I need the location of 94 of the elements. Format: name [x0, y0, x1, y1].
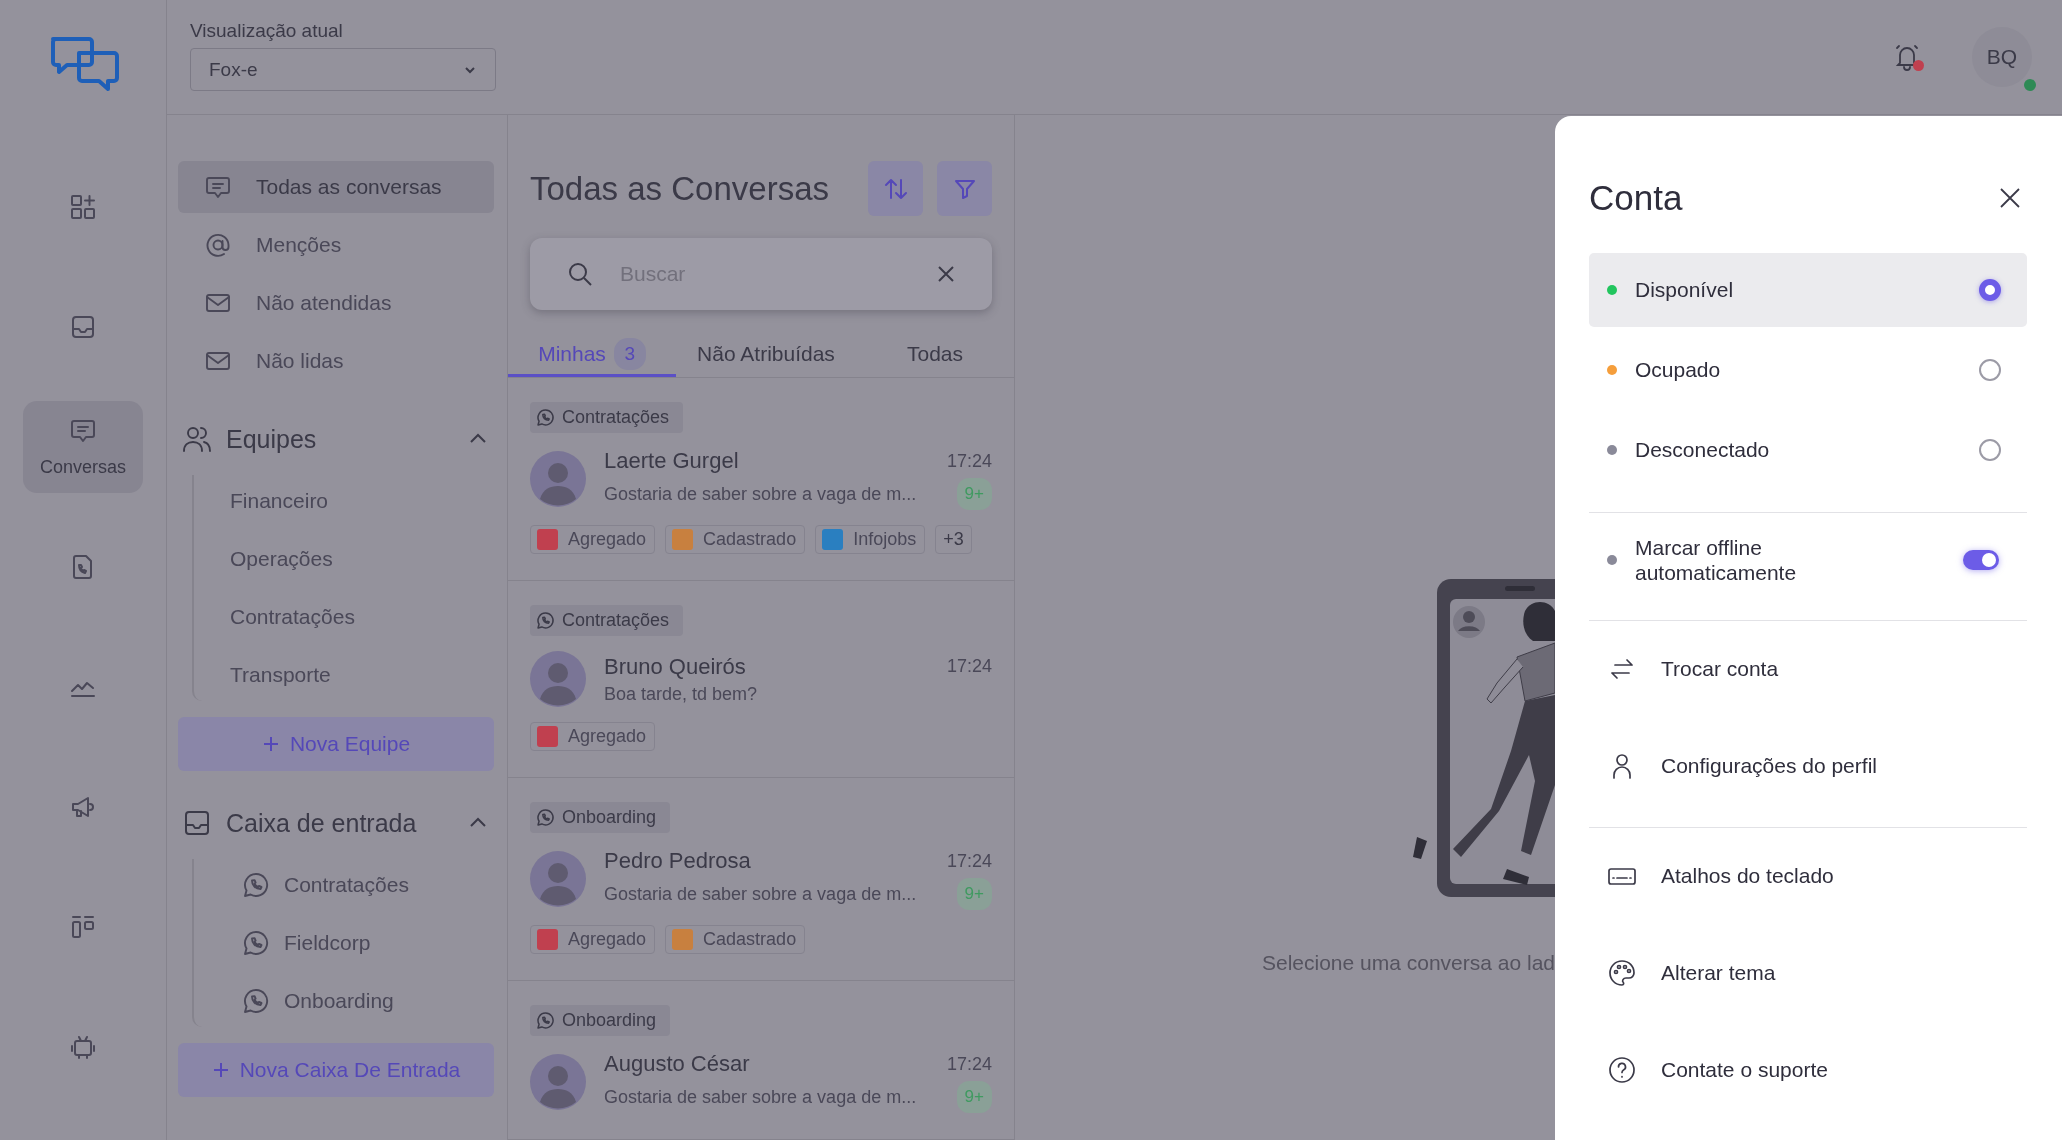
label-text: Cadastrado: [703, 929, 797, 950]
whatsapp-icon: [242, 871, 270, 899]
contact-name: Pedro Pedrosa: [604, 848, 751, 874]
close-icon: [1998, 186, 2022, 210]
whatsapp-icon: [536, 611, 555, 630]
message-preview: Gostaria de saber sobre a vaga de m...: [604, 883, 917, 905]
whatsapp-icon: [536, 1011, 555, 1030]
avatar-silhouette: [530, 1054, 586, 1110]
label-text: Agregado: [568, 929, 647, 950]
menu-item[interactable]: Atalhos do teclado: [1589, 840, 2027, 912]
inbox-icon: [182, 808, 212, 838]
radio-button[interactable]: [1979, 359, 2001, 381]
message-time: 17:24: [946, 1053, 992, 1075]
nav-item[interactable]: Não lidas: [178, 335, 494, 387]
message-preview: Gostaria de saber sobre a vaga de m...: [604, 1086, 917, 1108]
label-text: Agregado: [568, 529, 647, 550]
conversation-item[interactable]: Onboarding Pedro Pedrosa 17:24 Gostaria de saber sobre a vaga de m... 9+ Agregado Cadastrado: [508, 778, 1014, 981]
dashboard-icon: [69, 193, 97, 221]
avatar-silhouette: [530, 451, 586, 507]
palette-icon: [1607, 958, 1637, 988]
contact-name: Augusto César: [604, 1051, 750, 1077]
label-text: Agregado: [568, 726, 647, 747]
rail-nav-button[interactable]: Conversas: [23, 401, 143, 493]
channel-tag: Onboarding: [530, 1005, 671, 1036]
message-preview: Boa tarde, td bem?: [604, 683, 758, 705]
status-option[interactable]: Ocupado: [1589, 333, 2027, 407]
menu-item[interactable]: Trocar conta: [1589, 633, 2027, 705]
sidebar-item[interactable]: Onboarding: [214, 975, 494, 1027]
contact-name: Laerte Gurgel: [604, 448, 739, 474]
nav-item[interactable]: Não atendidas: [178, 277, 494, 329]
sidebar-item[interactable]: Operações: [214, 533, 494, 585]
avatar-silhouette: [530, 851, 586, 907]
radio-button[interactable]: [1979, 279, 2001, 301]
robot-icon: [69, 1033, 97, 1061]
section-header[interactable]: Equipes: [178, 411, 494, 467]
menu-item[interactable]: Alterar tema: [1589, 937, 2027, 1009]
view-dropdown[interactable]: Fox-e: [190, 48, 496, 91]
sidebar-item[interactable]: Fieldcorp: [214, 917, 494, 969]
sidebar-item[interactable]: Transporte: [214, 649, 494, 701]
unread-badge: 9+: [956, 878, 992, 910]
plus-icon: [261, 735, 280, 753]
message-time: 17:24: [946, 656, 992, 677]
add-button[interactable]: Nova Caixa De Entrada: [178, 1043, 494, 1097]
nav-item[interactable]: Menções: [178, 219, 494, 271]
sidebar-item[interactable]: Contratações: [214, 859, 494, 911]
list-title: Todas as Conversas: [530, 169, 830, 208]
contact-name: Bruno Queirós: [604, 653, 746, 680]
plus-icon: [211, 1061, 230, 1079]
inbox-icon: [69, 313, 97, 341]
message-preview: Gostaria de saber sobre a vaga de m...: [604, 483, 917, 505]
conversation-item[interactable]: Onboarding Augusto César 17:24 Gostaria de saber sobre a vaga de m... 9+: [508, 981, 1014, 1140]
menu-item[interactable]: Contate o suporte: [1589, 1034, 2027, 1106]
panel-title: Conta: [1589, 178, 1683, 218]
toggle-switch[interactable]: [1963, 550, 1999, 570]
people-icon: [182, 424, 212, 454]
empty-state-message: Selecione uma conversa ao lad: [1262, 951, 1555, 975]
channel-tag: Onboarding: [530, 802, 671, 833]
unread-badge: 9+: [956, 1081, 992, 1113]
message-time: 17:24: [946, 450, 992, 472]
message-time: 17:24: [946, 850, 992, 872]
section-header[interactable]: Caixa de entrada: [178, 795, 494, 851]
at-sign-icon: [204, 231, 232, 259]
channel-tag: Contratações: [530, 402, 684, 433]
more-labels-chip: +3: [935, 525, 972, 554]
whatsapp-icon: [536, 408, 555, 427]
add-button[interactable]: Nova Equipe: [178, 717, 494, 771]
board-icon: [69, 913, 97, 941]
status-option[interactable]: Desconectado: [1589, 413, 2027, 487]
conversation-item[interactable]: Contratações Bruno Queirós 17:24 Boa tarde, td bem? Agregado: [508, 581, 1014, 778]
label-text: Cadastrado: [703, 529, 797, 550]
conversation-item[interactable]: Contratações Laerte Gurgel 17:24 Gostaria de saber sobre a vaga de m... 9+ Agregado Cadastrado Infojobs +3: [508, 378, 1014, 581]
toggle-label: Marcar offline automaticamente: [1635, 534, 1798, 586]
radio-button[interactable]: [1979, 439, 2001, 461]
clear-icon[interactable]: [936, 263, 956, 284]
tab[interactable]: Minhas 3: [508, 333, 676, 377]
menu-item[interactable]: Configurações do perfil: [1589, 730, 2027, 802]
sort-button[interactable]: [868, 161, 923, 216]
tab[interactable]: Não Atribuídas: [676, 333, 856, 377]
count-badge: 3: [613, 337, 646, 370]
sidebar-item[interactable]: Financeiro: [214, 475, 494, 527]
label-text: Infojobs: [853, 529, 917, 550]
whatsapp-icon: [242, 987, 270, 1015]
help-icon: [1607, 1055, 1637, 1085]
avatar-silhouette: [530, 651, 586, 707]
view-selector-label: Visualização atual: [190, 20, 344, 42]
unread-badge: 9+: [956, 478, 992, 510]
whatsapp-icon: [536, 808, 555, 827]
status-option[interactable]: Disponível: [1589, 253, 2027, 327]
filter-button[interactable]: [937, 161, 992, 216]
nav-item[interactable]: Todas as conversas: [178, 161, 494, 213]
whatsapp-icon: [242, 929, 270, 957]
sidebar-item[interactable]: Contratações: [214, 591, 494, 643]
tab[interactable]: Todas: [856, 333, 1014, 377]
channel-tag: Contratações: [530, 605, 684, 636]
